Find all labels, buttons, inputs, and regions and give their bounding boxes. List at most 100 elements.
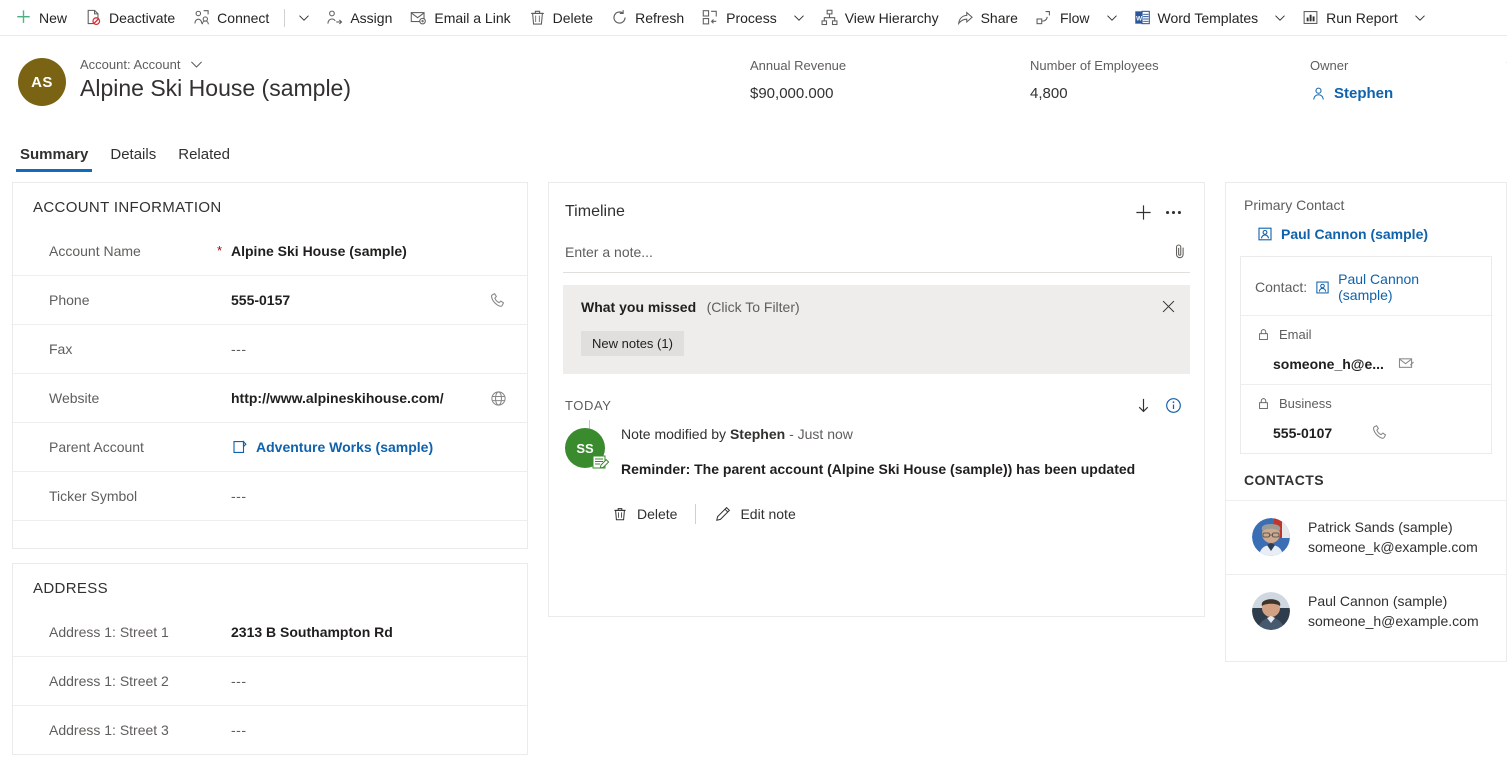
view-hierarchy-button[interactable]: View Hierarchy xyxy=(812,2,948,34)
pencil-icon xyxy=(714,505,731,522)
tab-summary[interactable]: Summary xyxy=(14,142,94,172)
owner-value-link[interactable]: Stephen xyxy=(1310,85,1507,102)
mail-icon[interactable] xyxy=(1398,355,1415,372)
ticker-symbol-label: Ticker Symbol xyxy=(49,488,217,504)
timeline-add-button[interactable] xyxy=(1128,197,1158,227)
field-ticker-symbol[interactable]: Ticker Symbol --- xyxy=(13,471,527,520)
entity-breadcrumb[interactable]: Account: Account xyxy=(80,56,351,73)
field-address-street-1[interactable]: Address 1: Street 1 2313 B Southampton R… xyxy=(13,607,527,656)
field-account-name[interactable]: Account Name * Alpine Ski House (sample) xyxy=(13,226,527,275)
tab-related[interactable]: Related xyxy=(172,142,236,172)
contact-business-phone-field[interactable]: Business 555-0107 xyxy=(1241,384,1491,453)
what-you-missed-banner: What you missed (Click To Filter) New no… xyxy=(563,285,1190,374)
what-you-missed-title: What you missed xyxy=(581,299,696,315)
primary-contact-link[interactable]: Paul Cannon (sample) xyxy=(1244,225,1488,242)
connect-chevron-down-icon[interactable] xyxy=(291,2,317,34)
toolbar-divider xyxy=(284,9,285,27)
globe-icon[interactable] xyxy=(487,390,509,407)
word-templates-chevron-down-icon[interactable] xyxy=(1267,2,1293,34)
timeline-entry-avatar[interactable]: SS xyxy=(565,428,605,468)
run-report-chevron-down-icon[interactable] xyxy=(1407,2,1433,34)
phone-icon[interactable] xyxy=(1372,424,1389,441)
contact-business-value: 555-0107 xyxy=(1273,425,1332,441)
avatar[interactable]: AS xyxy=(18,58,66,106)
run-report-label: Run Report xyxy=(1326,11,1398,25)
process-button[interactable]: Process xyxy=(693,2,786,34)
timeline-edit-note-button[interactable]: Edit note xyxy=(704,499,805,528)
field-fax[interactable]: Fax --- xyxy=(13,324,527,373)
attachment-icon[interactable] xyxy=(1171,243,1188,260)
flow-chevron-down-icon[interactable] xyxy=(1099,2,1125,34)
parent-account-value-link[interactable]: Adventure Works (sample) xyxy=(231,439,487,456)
assign-button[interactable]: Assign xyxy=(317,2,401,34)
primary-contact-section: Primary Contact Paul Cannon (sample) xyxy=(1226,183,1506,242)
list-item[interactable]: Patrick Sands (sample) someone_k@example… xyxy=(1226,500,1506,574)
field-website[interactable]: Website http://www.alpineskihouse.com/ xyxy=(13,373,527,422)
contact-entity-icon xyxy=(1256,225,1273,242)
annual-revenue-value: $90,000.000 xyxy=(750,85,1030,102)
process-label: Process xyxy=(726,11,777,25)
flow-label: Flow xyxy=(1060,11,1090,25)
phone-label: Phone xyxy=(49,292,217,308)
fax-value: --- xyxy=(231,341,487,357)
refresh-button[interactable]: Refresh xyxy=(602,2,693,34)
field-address-street-3[interactable]: Address 1: Street 3 --- xyxy=(13,705,527,754)
contact-quick-view-name[interactable]: Paul Cannon (sample) xyxy=(1338,271,1477,303)
deactivate-icon xyxy=(85,9,102,26)
contact-email-field[interactable]: Email someone_h@e... xyxy=(1241,315,1491,384)
run-report-button[interactable]: Run Report xyxy=(1293,2,1407,34)
contact-business-value-row: 555-0107 xyxy=(1255,424,1477,441)
record-titles: Account: Account Alpine Ski House (sampl… xyxy=(80,48,351,102)
timeline-entry-meta: Note modified by Stephen - Just now xyxy=(621,426,1188,442)
person-icon xyxy=(1310,85,1327,102)
timeline-more-options-icon[interactable] xyxy=(1158,197,1188,227)
contact-email-value: someone_h@e... xyxy=(1273,356,1384,372)
list-item[interactable]: Paul Cannon (sample) someone_h@example.c… xyxy=(1226,574,1506,648)
account-name-value: Alpine Ski House (sample) xyxy=(231,243,487,259)
avatar xyxy=(1252,592,1290,630)
info-icon[interactable] xyxy=(1158,390,1188,420)
delete-button[interactable]: Delete xyxy=(520,2,602,34)
share-button[interactable]: Share xyxy=(948,2,1027,34)
field-address-street-2[interactable]: Address 1: Street 2 --- xyxy=(13,656,527,705)
header-stat-owner: Owner * Stephen xyxy=(1310,58,1507,102)
flow-button[interactable]: Flow xyxy=(1027,2,1099,34)
field-parent-account[interactable]: Parent Account Adventure Works (sample) xyxy=(13,422,527,471)
note-input-placeholder[interactable]: Enter a note... xyxy=(565,244,1171,260)
what-you-missed-subtitle: (Click To Filter) xyxy=(707,299,800,315)
header-stats: Annual Revenue $90,000.000 Number of Emp… xyxy=(750,58,1507,102)
close-icon[interactable] xyxy=(1161,299,1176,319)
account-form-page: New Deactivate xyxy=(0,0,1507,773)
email-a-link-button[interactable]: Email a Link xyxy=(401,2,519,34)
right-panel: Primary Contact Paul Cannon (sample) xyxy=(1225,182,1507,662)
timeline-note-input-row[interactable]: Enter a note... xyxy=(563,237,1190,273)
timeline-delete-label: Delete xyxy=(637,506,677,522)
flow-icon xyxy=(1036,9,1053,26)
timeline-delete-button[interactable]: Delete xyxy=(601,499,687,528)
entity-name-label: Account: Account xyxy=(80,57,180,72)
timeline-entry-meta-prefix: Note modified by xyxy=(621,426,730,442)
account-information-title: ACCOUNT INFORMATION xyxy=(13,183,527,226)
address-street-2-value: --- xyxy=(231,673,487,689)
phone-icon[interactable] xyxy=(487,292,509,309)
process-chevron-down-icon[interactable] xyxy=(786,2,812,34)
view-hierarchy-label: View Hierarchy xyxy=(845,11,939,25)
fax-label: Fax xyxy=(49,341,217,357)
timeline-entry-user: Stephen xyxy=(730,426,785,442)
form-body: ACCOUNT INFORMATION Account Name * Alpin… xyxy=(0,172,1507,755)
connect-button[interactable]: Connect xyxy=(184,2,278,34)
tab-details[interactable]: Details xyxy=(104,142,162,172)
ticker-symbol-value: --- xyxy=(231,488,487,504)
share-icon xyxy=(957,9,974,26)
new-button[interactable]: New xyxy=(6,2,76,34)
address-title: ADDRESS xyxy=(13,564,527,607)
entity-chevron-down-icon[interactable] xyxy=(188,56,205,73)
new-notes-filter-chip[interactable]: New notes (1) xyxy=(581,331,684,356)
deactivate-button[interactable]: Deactivate xyxy=(76,2,184,34)
word-templates-button[interactable]: W Word Templates xyxy=(1125,2,1268,34)
contact-business-label: Business xyxy=(1279,396,1332,411)
number-of-employees-label: Number of Employees xyxy=(1030,58,1310,73)
field-phone[interactable]: Phone 555-0157 xyxy=(13,275,527,324)
sort-descending-icon[interactable] xyxy=(1128,390,1158,420)
email-a-link-label: Email a Link xyxy=(434,11,510,25)
